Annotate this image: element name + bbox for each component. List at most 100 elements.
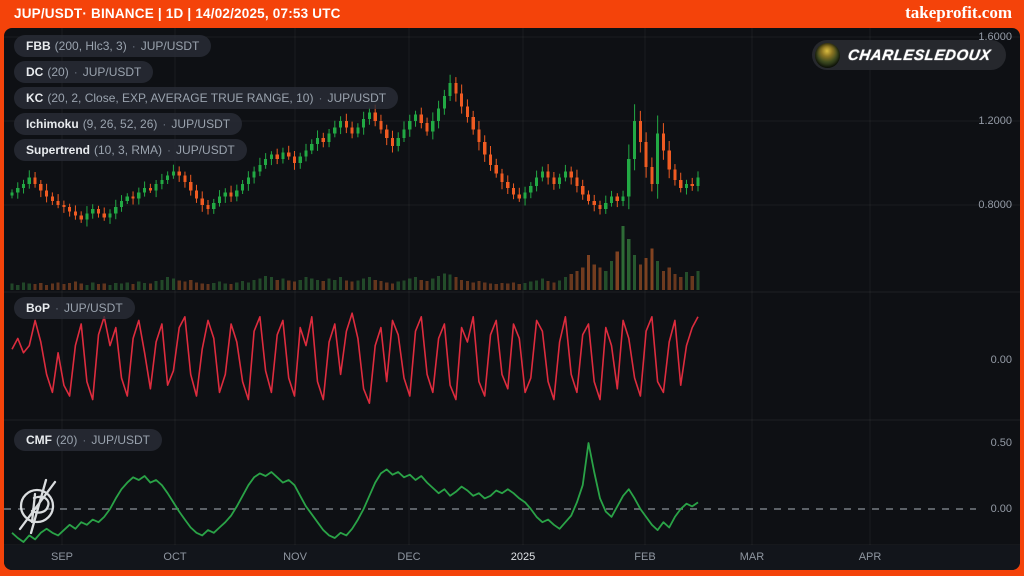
candle-body	[460, 94, 463, 107]
candle-body	[206, 205, 209, 209]
volume-bar	[270, 277, 273, 290]
time-axis[interactable]: SEP OCT NOV DEC 2025 FEB MAR APR	[4, 545, 1020, 570]
cmf-half-label: 0.50	[991, 437, 1012, 449]
indicator-legend: FBB(200, Hlc3, 3)·JUP/USDT DC(20)·JUP/USD…	[14, 35, 398, 161]
candle-body	[114, 207, 117, 213]
candle-body	[258, 165, 261, 171]
volume-bar	[598, 268, 601, 290]
volume-bar	[120, 284, 123, 290]
volume-bar	[57, 282, 60, 290]
volume-bar	[466, 281, 469, 290]
volume-bar	[633, 255, 636, 290]
candle-body	[155, 184, 158, 190]
candle-body	[616, 197, 619, 201]
candle-body	[477, 129, 480, 142]
candle-body	[414, 115, 417, 121]
candle-body	[51, 197, 54, 201]
indicator-label-fbb[interactable]: FBB(200, Hlc3, 3)·JUP/USDT	[14, 35, 211, 57]
volume-bar	[616, 252, 619, 290]
time-tick-apr: APR	[859, 545, 882, 570]
bop-zero-label: 0.00	[991, 354, 1012, 366]
time-tick-sep: SEP	[51, 545, 73, 570]
candle-body	[166, 176, 169, 180]
candle-body	[34, 178, 37, 184]
candle-body	[62, 205, 65, 207]
volume-bar	[253, 280, 256, 290]
volume-bar	[397, 282, 400, 290]
volume-bar	[385, 282, 388, 290]
candle-body	[535, 178, 538, 186]
volume-bar	[132, 284, 135, 290]
indicator-label-supertrend[interactable]: Supertrend(10, 3, RMA)·JUP/USDT	[14, 139, 247, 161]
candle-body	[195, 190, 198, 198]
indicator-label-ichimoku[interactable]: Ichimoku(9, 26, 52, 26)·JUP/USDT	[14, 113, 242, 135]
time-tick-2025: 2025	[511, 545, 535, 570]
volume-bar	[189, 280, 192, 290]
volume-bar	[80, 284, 83, 290]
volume-bar	[362, 279, 365, 291]
candle-body	[241, 184, 244, 190]
volume-bar	[247, 282, 250, 290]
volume-bar	[281, 279, 284, 291]
volume-bar	[495, 284, 498, 290]
volume-bar	[512, 282, 515, 290]
chart-area[interactable]: FBB(200, Hlc3, 3)·JUP/USDT DC(20)·JUP/USD…	[4, 28, 1020, 570]
volume-bar	[570, 274, 573, 290]
cmf-line	[12, 443, 698, 542]
candle-body	[541, 171, 544, 177]
candle-body	[149, 188, 152, 190]
volume-bar	[558, 280, 561, 290]
candle-body	[183, 176, 186, 182]
candle-body	[495, 165, 498, 173]
volume-bar	[183, 282, 186, 290]
candle-body	[224, 192, 227, 196]
candle-body	[639, 121, 642, 142]
volume-bar	[374, 280, 377, 290]
volume-bar	[224, 284, 227, 290]
volume-bar	[437, 276, 440, 290]
candle-body	[437, 108, 440, 121]
volume-bar	[420, 280, 423, 290]
header-bar: JUP/USDT· BINANCE | 1D | 14/02/2025, 07:…	[0, 0, 1024, 28]
candle-body	[97, 209, 100, 213]
candle-body	[45, 190, 48, 196]
volume-bar	[593, 264, 596, 290]
volume-bar	[552, 282, 555, 290]
candle-body	[466, 106, 469, 117]
volume-bar	[535, 280, 538, 290]
candle-body	[420, 115, 423, 123]
volume-bar	[460, 280, 463, 290]
indicator-label-bop[interactable]: BoP·JUP/USDT	[14, 297, 135, 319]
volume-bar	[581, 268, 584, 290]
volume-bar	[391, 284, 394, 290]
candle-body	[691, 184, 694, 186]
time-tick-dec: DEC	[397, 545, 420, 570]
candle-body	[10, 192, 13, 195]
candle-body	[143, 188, 146, 192]
candle-body	[431, 121, 434, 132]
candle-body	[593, 201, 596, 205]
candle-body	[489, 155, 492, 166]
volume-bar	[299, 280, 302, 290]
candle-body	[696, 178, 699, 186]
indicator-label-cmf[interactable]: CMF(20)·JUP/USDT	[14, 429, 162, 451]
candle-body	[39, 184, 42, 190]
volume-bar	[264, 276, 267, 290]
volume-bar	[160, 280, 163, 290]
volume-bar	[68, 283, 71, 290]
candle-body	[247, 178, 250, 184]
volume-bar	[656, 261, 659, 290]
indicator-label-dc[interactable]: DC(20)·JUP/USDT	[14, 61, 153, 83]
candle-body	[443, 96, 446, 109]
volume-bar	[10, 284, 13, 290]
indicator-label-kc[interactable]: KC(20, 2, Close, EXP, AVERAGE TRUE RANGE…	[14, 87, 398, 109]
volume-bar	[575, 271, 578, 290]
volume-bar	[662, 271, 665, 290]
avatar	[815, 43, 840, 68]
candle-body	[512, 188, 515, 194]
volume-bar	[345, 280, 348, 290]
volume-bar	[195, 282, 198, 290]
candle-body	[103, 213, 106, 217]
volume-bar	[316, 280, 319, 290]
volume-bar	[178, 280, 181, 290]
